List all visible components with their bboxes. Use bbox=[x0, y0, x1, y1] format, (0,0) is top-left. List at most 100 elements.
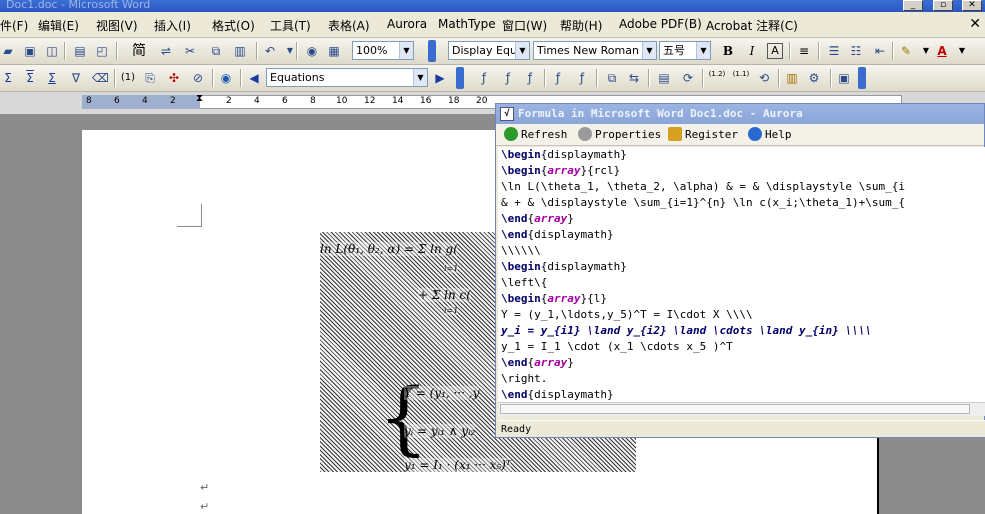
code-line: \ln L(\theta_1, \theta_2, \alpha) & = & … bbox=[501, 180, 905, 193]
toolbar-grip[interactable] bbox=[456, 67, 464, 89]
sum-button-1[interactable]: Σ bbox=[0, 70, 16, 86]
menu-format[interactable]: 格式(O) bbox=[212, 17, 255, 34]
menu-insert[interactable]: 插入(I) bbox=[154, 17, 191, 34]
sum-button-2[interactable]: Σ bbox=[22, 70, 38, 86]
align-center-icon[interactable]: ≡ bbox=[796, 43, 812, 59]
style-combobox[interactable]: Display Equ ▼ bbox=[448, 41, 530, 60]
chevron-down-icon[interactable]: ▼ bbox=[642, 42, 656, 59]
font-color-dropdown-chevron-icon[interactable]: ▼ bbox=[954, 43, 970, 59]
research-icon[interactable]: ⇌ bbox=[158, 43, 174, 59]
font-size-value: 五号 bbox=[663, 44, 685, 57]
options-icon[interactable]: ▣ bbox=[836, 70, 852, 86]
decrease-indent-icon[interactable]: ⇤ bbox=[872, 43, 888, 59]
properties-button[interactable]: Properties bbox=[578, 127, 661, 141]
paste-icon[interactable]: ▥ bbox=[232, 43, 248, 59]
renumber-icon[interactable]: ⟲ bbox=[756, 70, 772, 86]
menu-table[interactable]: 表格(A) bbox=[328, 17, 370, 34]
chevron-down-icon[interactable]: ▼ bbox=[413, 69, 427, 86]
ruler-label: 12 bbox=[364, 96, 376, 106]
edit-formula-icon[interactable]: ∇ bbox=[68, 70, 84, 86]
undo-icon[interactable]: ↶ bbox=[262, 43, 278, 59]
zoom-combobox[interactable]: 100% ▼ bbox=[352, 41, 414, 60]
close-window-button[interactable]: ✕ bbox=[962, 0, 982, 11]
chevron-down-icon[interactable]: ▼ bbox=[515, 42, 529, 59]
convert-icon[interactable]: ⇆ bbox=[626, 70, 642, 86]
italic-button[interactable]: I bbox=[744, 43, 760, 59]
number-format-1-1-button[interactable]: (1.1) bbox=[730, 70, 752, 86]
menu-acrobat-comments[interactable]: Acrobat 注释(C) bbox=[706, 17, 798, 34]
section-break-icon[interactable]: ▤ bbox=[656, 70, 672, 86]
minimize-button[interactable]: _ bbox=[903, 0, 923, 11]
equation-line-1: ln L(θ₁, θ₂, α) = Σ ln g( bbox=[320, 242, 458, 256]
character-scale-button[interactable]: A bbox=[767, 43, 783, 59]
separator bbox=[212, 69, 214, 87]
font-color-button[interactable]: A bbox=[934, 43, 950, 59]
settings-icon[interactable]: ⚙ bbox=[806, 70, 822, 86]
next-arrow-icon[interactable]: ▶ bbox=[432, 70, 448, 86]
menu-aurora[interactable]: Aurora bbox=[387, 17, 427, 31]
menu-edit[interactable]: 编辑(E) bbox=[38, 17, 79, 34]
globe-icon[interactable]: ◉ bbox=[218, 70, 234, 86]
numbered-list-icon[interactable]: ☰ bbox=[826, 43, 842, 59]
menu-window[interactable]: 窗口(W) bbox=[502, 17, 547, 34]
open-folder-icon[interactable]: ▰ bbox=[0, 43, 16, 59]
chevron-down-icon[interactable]: ▼ bbox=[696, 42, 710, 59]
refresh-button[interactable]: Refresh bbox=[504, 127, 567, 141]
fx-insert-icon[interactable]: ƒ bbox=[476, 70, 492, 86]
save-icon[interactable]: ▣ bbox=[22, 43, 38, 59]
hyperlink-globe-icon[interactable]: ◉ bbox=[304, 43, 320, 59]
menu-adobe-pdf[interactable]: Adobe PDF(B) bbox=[619, 17, 702, 31]
bullet-list-icon[interactable]: ☷ bbox=[848, 43, 864, 59]
fx-right-icon[interactable]: ƒ bbox=[574, 70, 590, 86]
cut-icon[interactable]: ✂ bbox=[182, 43, 198, 59]
separator bbox=[818, 42, 820, 60]
delete-formula-icon[interactable]: ⌫ bbox=[92, 70, 109, 86]
scrollbar-thumb[interactable] bbox=[500, 404, 970, 414]
help-button[interactable]: Help bbox=[748, 127, 792, 141]
chevron-down-icon[interactable]: ▼ bbox=[399, 42, 413, 59]
print-preview-icon[interactable]: ◰ bbox=[94, 43, 110, 59]
highlight-dropdown-chevron-icon[interactable]: ▼ bbox=[918, 43, 934, 59]
insert-reference-icon[interactable]: ⎘ bbox=[142, 70, 158, 86]
menu-view[interactable]: 视图(V) bbox=[96, 17, 138, 34]
break-icon[interactable]: ✣ bbox=[166, 70, 182, 86]
simplified-chinese-button[interactable]: 简 bbox=[124, 43, 154, 59]
aurora-toolbar: Refresh Properties Register Help bbox=[496, 124, 984, 146]
bold-button[interactable]: B bbox=[720, 43, 736, 59]
latex-editor[interactable]: \begin{displaymath} \begin{array}{rcl} \… bbox=[498, 147, 985, 402]
copy-icon[interactable]: ⧉ bbox=[208, 43, 224, 59]
equation-number-button[interactable]: (1) bbox=[118, 70, 138, 86]
fx-numbered-icon[interactable]: ƒ bbox=[522, 70, 538, 86]
help-icon bbox=[748, 127, 762, 141]
toolbar-grip[interactable] bbox=[858, 67, 866, 89]
fx-left-icon[interactable]: ƒ bbox=[550, 70, 566, 86]
lock-icon bbox=[668, 127, 682, 141]
highlight-icon[interactable]: ✎ bbox=[898, 43, 914, 59]
number-format-1-2-button[interactable]: (1.2) bbox=[706, 70, 728, 86]
toolbar-grip[interactable] bbox=[428, 40, 436, 62]
code-line: y_i = y_{i1} \land y_{i2} \land \cdots \… bbox=[501, 324, 872, 337]
font-size-combobox[interactable]: 五号 ▼ bbox=[659, 41, 711, 60]
register-label: Register bbox=[685, 128, 738, 141]
restore-button[interactable]: ▫ bbox=[933, 0, 953, 11]
menu-mathtype[interactable]: MathType bbox=[438, 17, 496, 31]
menu-file[interactable]: 件(F) bbox=[0, 17, 28, 34]
clipboard-icon[interactable]: ▥ bbox=[784, 70, 800, 86]
menu-help[interactable]: 帮助(H) bbox=[560, 17, 602, 34]
permission-icon[interactable]: ◫ bbox=[44, 43, 60, 59]
document-close-icon[interactable]: ✕ bbox=[969, 16, 981, 32]
update-fields-icon[interactable]: ⟳ bbox=[680, 70, 696, 86]
sum-button-3[interactable]: Σ bbox=[44, 70, 60, 86]
register-button[interactable]: Register bbox=[668, 127, 738, 141]
previous-arrow-icon[interactable]: ◀ bbox=[246, 70, 262, 86]
font-combobox[interactable]: Times New Roman ▼ bbox=[533, 41, 657, 60]
aurora-title-bar[interactable]: √ Formula in Microsoft Word Doc1.doc - A… bbox=[496, 104, 984, 124]
print-icon[interactable]: ▤ bbox=[72, 43, 88, 59]
table-icon[interactable]: ▦ bbox=[326, 43, 342, 59]
indent-marker-icon[interactable]: ⧗ bbox=[196, 93, 203, 104]
menu-tools[interactable]: 工具(T) bbox=[270, 17, 311, 34]
fx-display-icon[interactable]: ƒ bbox=[500, 70, 516, 86]
toggle-tex-icon[interactable]: ⧉ bbox=[604, 70, 620, 86]
chapter-number-icon[interactable]: ⊘ bbox=[190, 70, 206, 86]
equations-combobox[interactable]: Equations ▼ bbox=[266, 68, 428, 87]
